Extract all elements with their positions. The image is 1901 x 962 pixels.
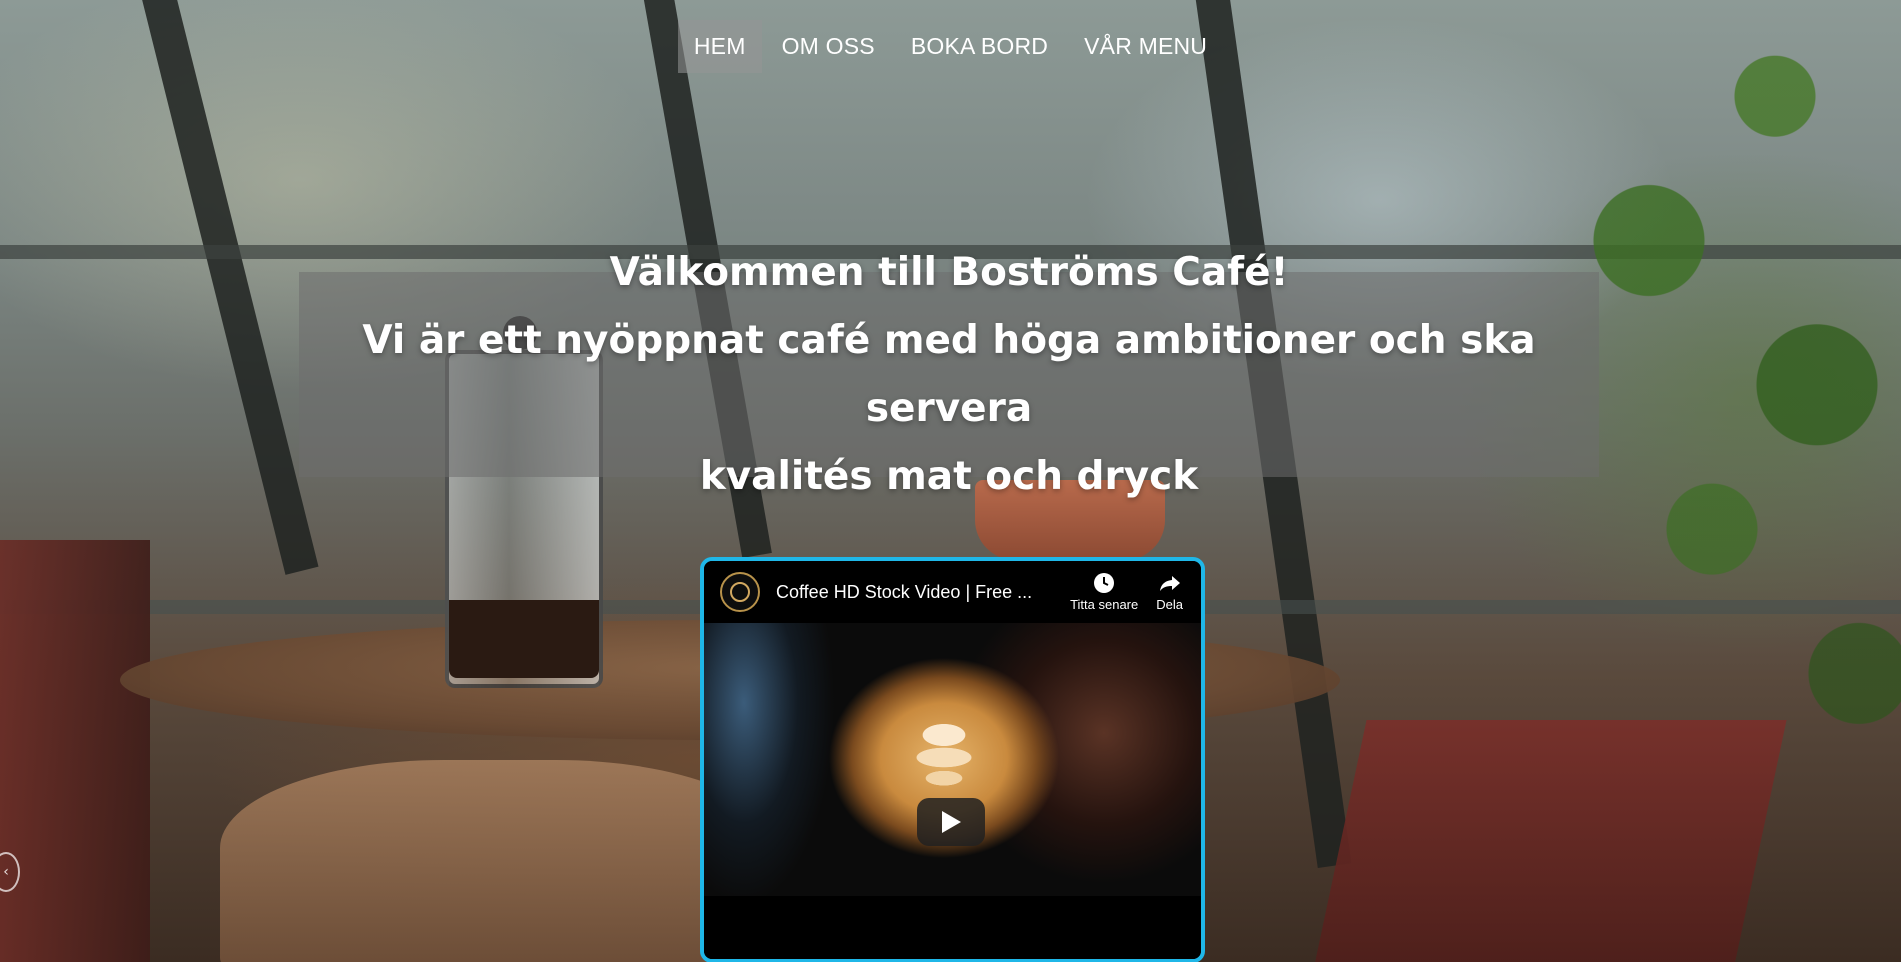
background-table-base: [220, 760, 780, 962]
clock-icon: [1094, 573, 1115, 593]
background-beam: [135, 0, 319, 575]
channel-logo[interactable]: [720, 572, 760, 612]
share-label: Dela: [1156, 597, 1183, 612]
video-embed[interactable]: Coffee HD Stock Video | Free ... Titta s…: [700, 557, 1205, 962]
video-thumbnail[interactable]: [704, 623, 1201, 896]
nav-item-om-oss[interactable]: OM OSS: [766, 20, 891, 73]
video-bottom-bar: [704, 896, 1201, 959]
play-button[interactable]: [917, 798, 985, 846]
share-arrow-icon: [1159, 576, 1180, 591]
main-nav: HEM OM OSS BOKA BORD VÅR MENU: [0, 18, 1901, 74]
nav-item-boka-bord[interactable]: BOKA BORD: [895, 20, 1064, 73]
hero-subtitle-line-2: kvalités mat och dryck: [699, 453, 1199, 499]
play-icon: [942, 811, 961, 833]
watch-later-label: Titta senare: [1070, 597, 1139, 612]
nav-links: HEM OM OSS BOKA BORD VÅR MENU: [677, 19, 1223, 73]
background-chair: [1313, 720, 1787, 962]
share-button[interactable]: Dela: [1156, 572, 1183, 612]
hero-banner: Välkommen till Boströms Café! Vi är ett …: [299, 250, 1599, 499]
background-chair: [0, 540, 150, 962]
nav-item-var-menu[interactable]: VÅR MENU: [1068, 20, 1223, 73]
hero-title: Välkommen till Boströms Café!: [609, 249, 1289, 295]
page: HEM OM OSS BOKA BORD VÅR MENU Välkommen …: [0, 0, 1901, 962]
hero-subtitle-line-1: Vi är ett nyöppnat café med höga ambitio…: [362, 317, 1536, 431]
background-coffee: [449, 600, 599, 678]
watch-later-button[interactable]: Titta senare: [1070, 572, 1138, 612]
latte-art-image: [889, 708, 999, 798]
video-header: Coffee HD Stock Video | Free ... Titta s…: [704, 561, 1201, 623]
video-title[interactable]: Coffee HD Stock Video | Free ...: [776, 582, 1070, 603]
nav-item-hem[interactable]: HEM: [677, 19, 762, 73]
